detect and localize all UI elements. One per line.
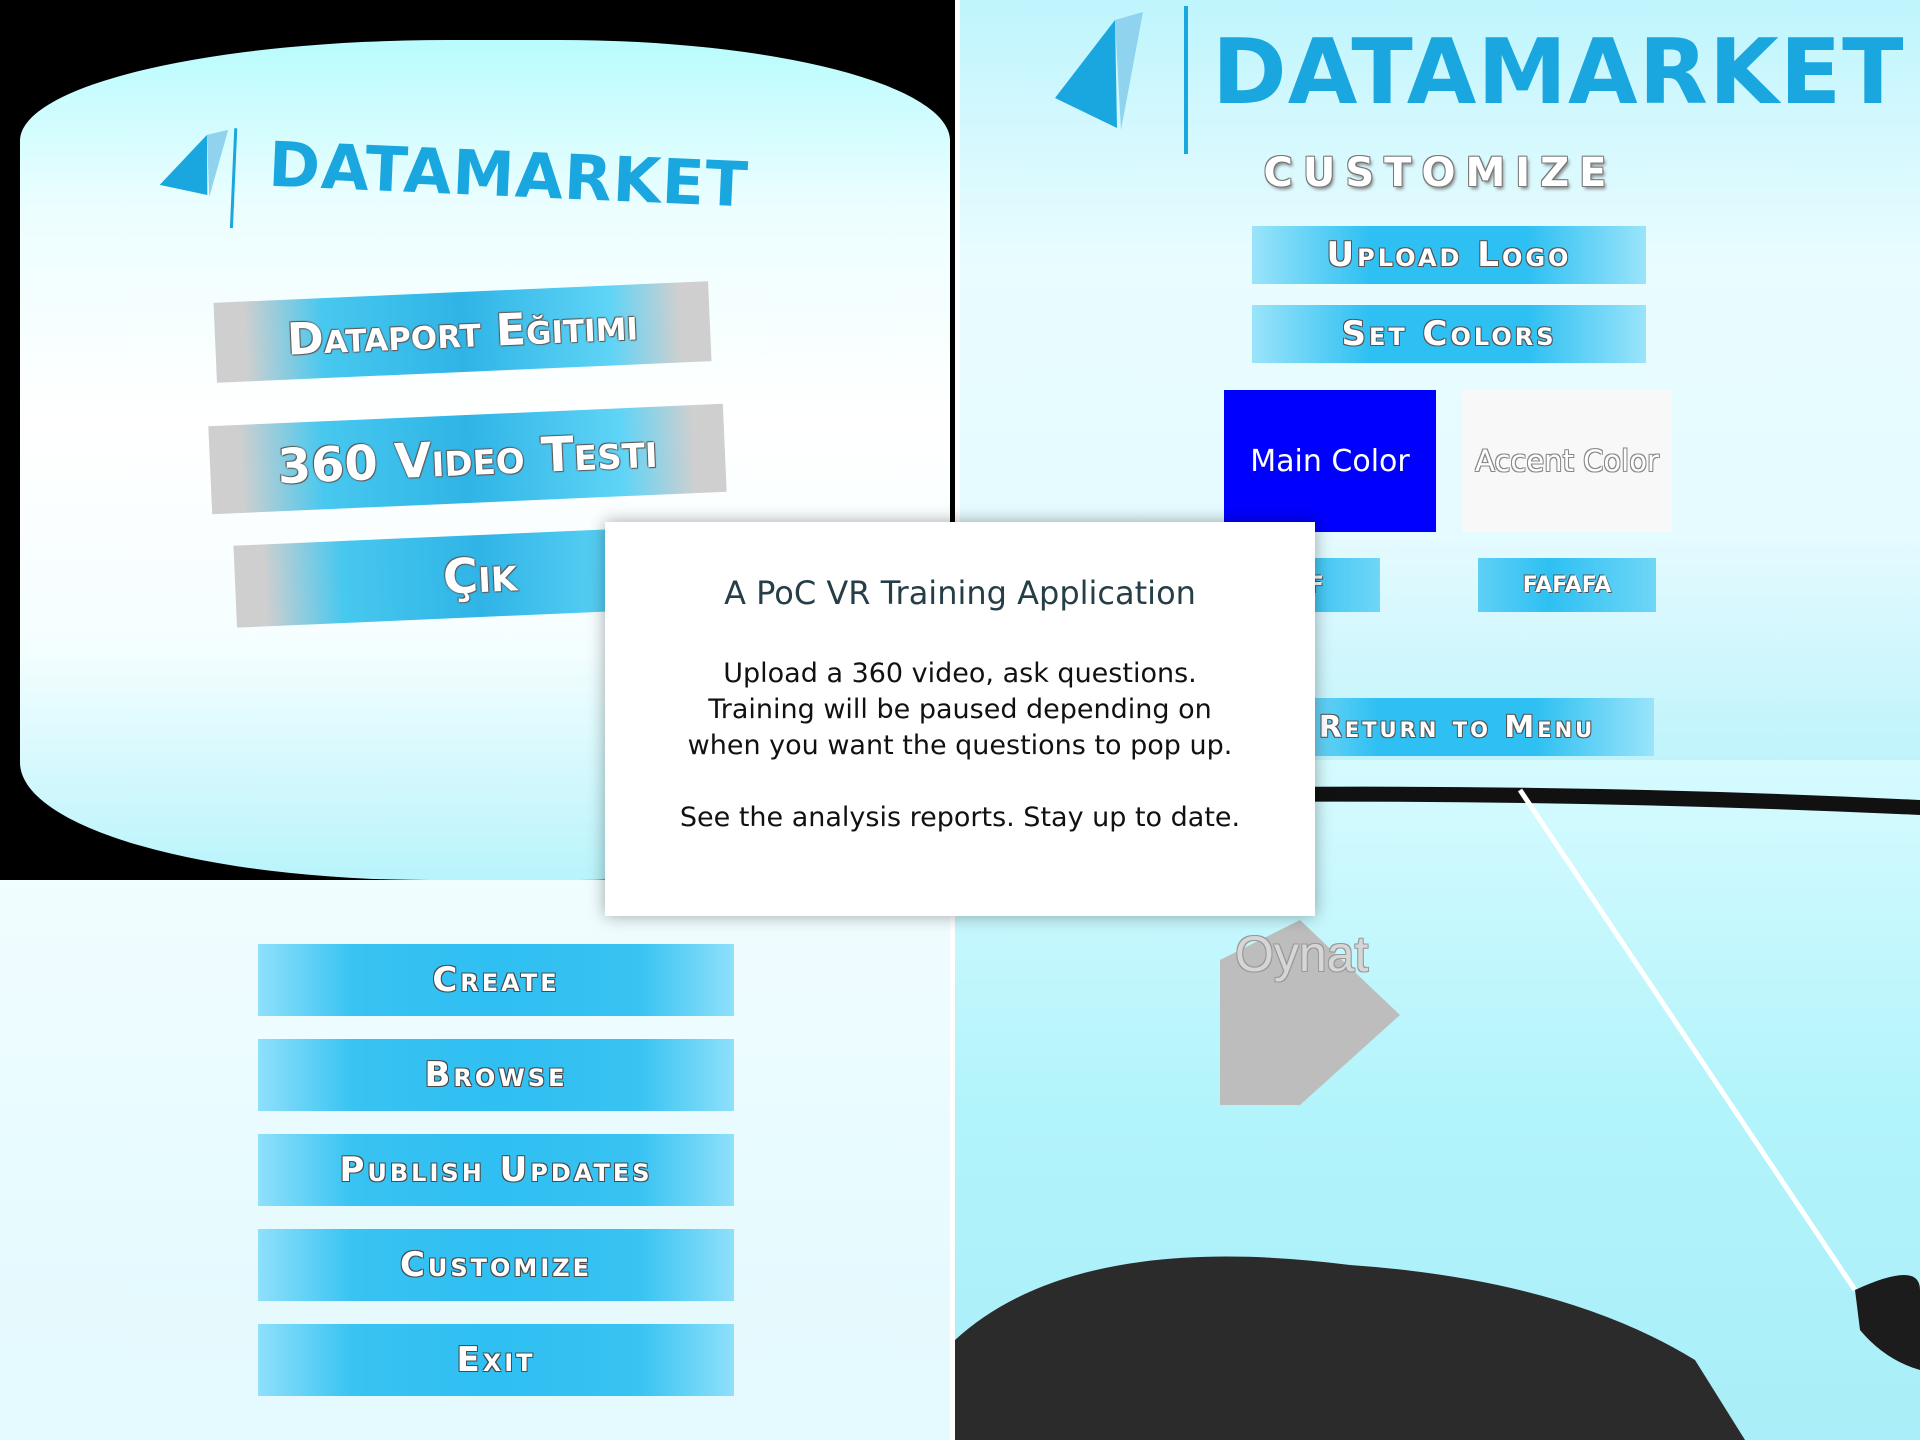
brand-name: DATAMARKET xyxy=(1212,20,1905,125)
logo-divider xyxy=(1184,6,1188,154)
set-colors-button[interactable]: Set Colors xyxy=(1252,305,1646,363)
brand-name: DATAMARKET xyxy=(267,127,751,222)
exit-button[interactable]: Exit xyxy=(258,1324,734,1396)
publish-updates-button[interactable]: Publish Updates xyxy=(258,1134,734,1206)
info-card: A PoC VR Training Application Upload a 3… xyxy=(605,522,1315,916)
sail-logo-icon xyxy=(1055,12,1143,130)
customize-button[interactable]: Customize xyxy=(258,1229,734,1301)
main-menu-panel: Create Browse Publish Updates Customize … xyxy=(0,880,950,1440)
card-body: Upload a 360 video, ask questions. Train… xyxy=(605,656,1315,836)
main-color-swatch[interactable]: Main Color xyxy=(1224,390,1436,532)
return-to-menu-button[interactable]: Return to Menu xyxy=(1260,698,1654,756)
browse-button[interactable]: Browse xyxy=(258,1039,734,1111)
accent-color-hex-input[interactable]: FAFAFA xyxy=(1478,558,1656,612)
sail-logo-icon xyxy=(159,128,238,229)
card-footer: See the analysis reports. Stay up to dat… xyxy=(679,802,1241,833)
play-label: Oynat xyxy=(1235,926,1369,982)
card-line: Training will be paused depending on xyxy=(708,694,1212,725)
customize-title: CUSTOMIZE xyxy=(1263,150,1617,196)
create-button[interactable]: Create xyxy=(258,944,734,1016)
upload-logo-button[interactable]: Upload Logo xyxy=(1252,226,1646,284)
card-title: A PoC VR Training Application xyxy=(724,574,1196,612)
accent-color-swatch[interactable]: Accent Color xyxy=(1462,390,1672,532)
card-line: when you want the questions to pop up. xyxy=(687,730,1233,761)
card-line: Upload a 360 video, ask questions. xyxy=(723,658,1197,689)
